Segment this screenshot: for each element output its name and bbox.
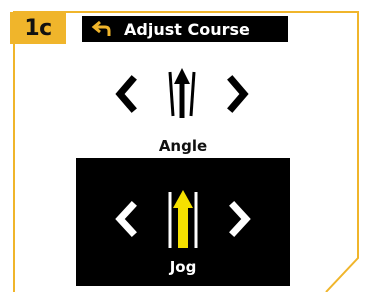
jog-right-chevron-icon[interactable] xyxy=(226,196,256,242)
step-badge-label: 1c xyxy=(24,15,52,41)
angle-left-chevron-icon[interactable] xyxy=(110,70,140,114)
angle-arrow-icon xyxy=(168,68,196,118)
angle-right-chevron-icon[interactable] xyxy=(224,70,254,114)
jog-arrow-icon xyxy=(168,190,198,248)
step-badge: 1c xyxy=(10,12,66,44)
jog-control xyxy=(110,190,256,248)
back-arrow-icon[interactable] xyxy=(88,16,116,42)
page-title: Adjust Course xyxy=(124,19,250,39)
jog-panel: Jog xyxy=(76,158,290,286)
angle-control xyxy=(110,68,254,118)
angle-label: Angle xyxy=(158,137,208,155)
jog-label: Jog xyxy=(169,258,197,276)
title-bar: Adjust Course xyxy=(82,16,288,42)
jog-left-chevron-icon[interactable] xyxy=(110,196,140,242)
